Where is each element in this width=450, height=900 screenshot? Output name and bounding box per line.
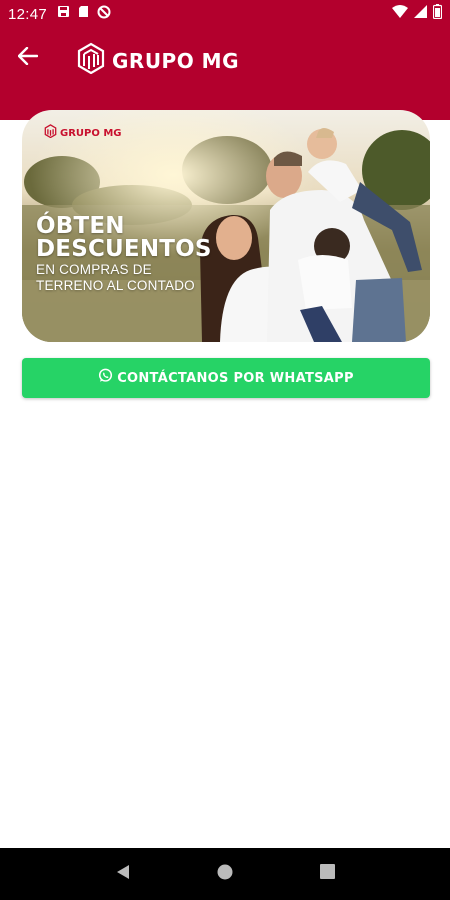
grupo-mg-logo-icon xyxy=(44,124,57,143)
home-circle-icon xyxy=(217,864,233,885)
arrow-back-icon xyxy=(17,46,39,70)
grupo-mg-logo-icon xyxy=(76,42,106,79)
banner-subtitle-line2: TERRENO AL CONTADO xyxy=(36,278,195,293)
back-triangle-icon xyxy=(116,864,130,885)
banner-title-line1: ÓBTEN xyxy=(36,213,125,239)
nav-recents-button[interactable] xyxy=(307,854,347,894)
status-system-icons xyxy=(392,4,443,24)
nav-back-button[interactable] xyxy=(103,854,143,894)
promo-banner[interactable]: GRUPO MG ÓBTEN DESCUENTOS EN COMPRAS DE … xyxy=(22,110,430,342)
banner-subtitle-line1: EN COMPRAS DE xyxy=(36,262,152,277)
do-not-disturb-icon xyxy=(97,5,111,24)
system-nav-bar xyxy=(0,848,450,900)
save-icon xyxy=(57,5,70,23)
status-bar: 12:47 xyxy=(0,0,450,28)
whatsapp-icon xyxy=(98,368,113,388)
sd-card-icon xyxy=(78,5,89,23)
app-bar: GRUPO MG xyxy=(0,28,450,120)
wifi-icon xyxy=(392,5,408,23)
whatsapp-button-label: CONTÁCTANOS POR WHATSAPP xyxy=(117,370,354,386)
banner-logo-text: GRUPO MG xyxy=(60,128,122,139)
whatsapp-contact-button[interactable]: CONTÁCTANOS POR WHATSAPP xyxy=(22,358,430,398)
back-button[interactable] xyxy=(12,42,44,74)
battery-icon xyxy=(432,4,443,24)
status-notification-icons xyxy=(57,5,111,24)
brand-logo: GRUPO MG xyxy=(76,42,239,79)
nav-home-button[interactable] xyxy=(205,854,245,894)
banner-logo: GRUPO MG xyxy=(44,124,122,143)
recents-square-icon xyxy=(319,864,335,884)
brand-name: GRUPO MG xyxy=(112,48,239,73)
status-time: 12:47 xyxy=(8,5,48,23)
signal-icon xyxy=(414,5,427,23)
banner-title-line2: DESCUENTOS xyxy=(36,236,212,262)
